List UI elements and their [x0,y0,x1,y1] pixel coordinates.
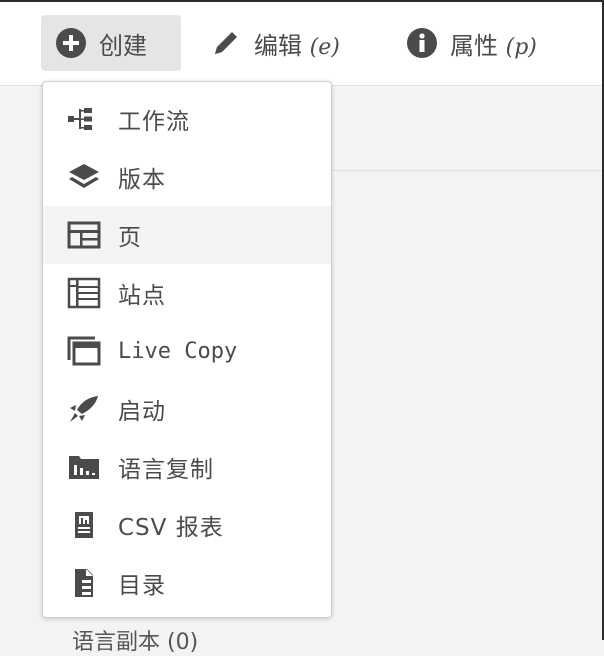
menu-item-csv-report[interactable]: CSV 报表 [43,496,331,554]
create-button[interactable]: 创建 [41,15,181,71]
launch-icon [67,392,101,426]
menu-item-label: 目录 [118,573,166,599]
menu-item-version[interactable]: 版本 [43,148,331,206]
menu-item-label: 启动 [118,399,166,425]
menu-item-launch[interactable]: 启动 [43,380,331,438]
create-dropdown-menu: 工作流 版本 页 站点 Live Copy 启动 语言复制 CSV 报表 目录 [42,81,332,618]
content-divider [332,170,602,171]
menu-item-live-copy[interactable]: Live Copy [43,322,331,380]
menu-item-language-copy[interactable]: 语言复制 [43,438,331,496]
menu-item-label: 工作流 [118,109,190,135]
menu-item-label: CSV 报表 [118,515,224,541]
pencil-icon [210,27,242,59]
menu-item-label: 语言复制 [118,457,214,483]
menu-item-label: Live Copy [118,338,238,364]
menu-item-label: 版本 [118,167,166,193]
create-label: 创建 [99,31,147,60]
plus-circle-icon [55,27,87,59]
properties-shortcut: (p) [505,34,537,60]
menu-item-label: 站点 [118,283,166,309]
layers-icon [67,160,101,194]
workflow-icon [67,102,101,136]
properties-button[interactable]: 属性 (p) [406,15,537,71]
action-toolbar: 创建 编辑 (e) 属性 (p) [0,2,602,86]
info-icon [406,27,438,59]
language-copy-icon [67,450,101,484]
edit-button[interactable]: 编辑 (e) [210,15,340,71]
menu-item-site[interactable]: 站点 [43,264,331,322]
page-icon [67,218,101,252]
catalog-icon [67,566,101,600]
menu-item-catalog[interactable]: 目录 [43,554,331,612]
edit-shortcut: (e) [309,34,340,60]
menu-item-page[interactable]: 页 [43,206,331,264]
menu-item-label: 页 [118,225,142,251]
live-copy-icon [67,334,101,368]
csv-report-icon [67,508,101,542]
background-list-text: 语言副本 (0) [72,630,199,655]
edit-label: 编辑 [254,31,302,60]
properties-label: 属性 [450,31,498,60]
site-icon [67,276,101,310]
menu-item-workflow[interactable]: 工作流 [43,90,331,148]
